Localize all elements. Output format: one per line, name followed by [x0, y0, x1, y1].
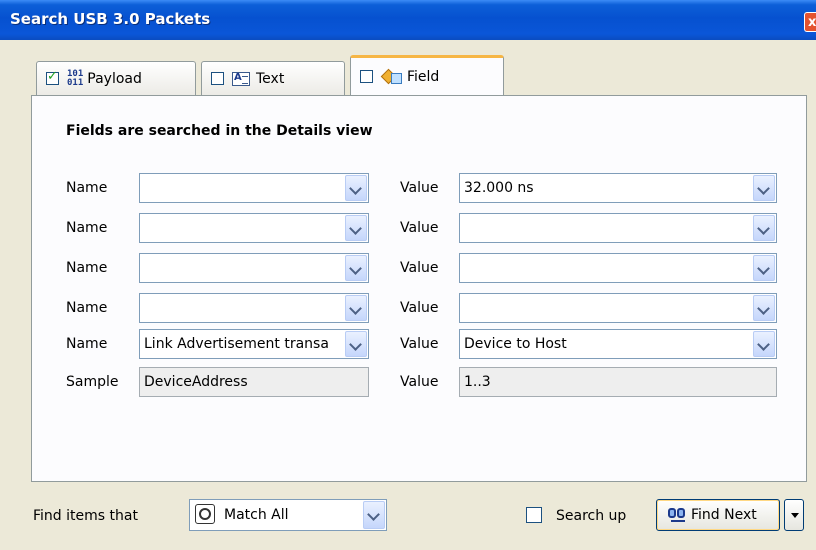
chevron-down-icon[interactable] [753, 295, 775, 321]
sample-field: DeviceAddress [139, 367, 369, 397]
chevron-down-icon[interactable] [753, 331, 775, 357]
tab-payload[interactable]: 101011 Payload [36, 61, 196, 95]
title-bar: Search USB 3.0 Packets x [0, 0, 816, 40]
sample-value: DeviceAddress [144, 374, 248, 390]
chevron-down-icon[interactable] [345, 175, 367, 201]
binary-101-011-icon: 101 011 [67, 68, 84, 88]
value-combo-value: 32.000 ns [464, 180, 534, 196]
find-next-button[interactable]: Find Next [656, 499, 780, 531]
name-label: Name [66, 220, 108, 236]
name-label: Name [66, 180, 108, 196]
value-label: Value [400, 220, 439, 236]
value-combo-3[interactable] [459, 253, 777, 283]
text-document-icon [232, 71, 250, 86]
name-label: Name [66, 336, 108, 352]
name-combo-3[interactable] [139, 253, 369, 283]
tab-text-label: Text [256, 70, 285, 87]
payload-checkbox[interactable] [46, 69, 59, 85]
text-checkbox[interactable] [211, 72, 224, 85]
match-mode-combo[interactable]: Match All [189, 499, 387, 531]
find-next-label: Find Next [691, 507, 757, 523]
value-label: Value [400, 260, 439, 276]
chevron-down-icon[interactable] [753, 215, 775, 241]
search-up-checkbox[interactable] [526, 507, 542, 523]
value-label: Value [400, 336, 439, 352]
match-all-icon [195, 504, 215, 524]
value-label: Value [400, 374, 439, 390]
search-up-label[interactable]: Search up [556, 508, 626, 524]
name-combo-5[interactable]: Link Advertisement transa [139, 329, 369, 359]
chevron-down-icon[interactable] [345, 295, 367, 321]
find-items-label: Find items that [33, 508, 138, 524]
name-label: Name [66, 260, 108, 276]
value-combo-value: Device to Host [464, 336, 567, 352]
tab-text[interactable]: Text [201, 61, 345, 95]
value-label: Value [400, 180, 439, 196]
panel-heading: Fields are searched in the Details view [66, 123, 373, 139]
tab-field[interactable]: Field [350, 55, 504, 95]
chevron-down-icon[interactable] [753, 255, 775, 281]
name-combo-2[interactable] [139, 213, 369, 243]
name-combo-4[interactable] [139, 293, 369, 323]
chevron-down-icon[interactable] [345, 331, 367, 357]
name-combo-value: Link Advertisement transa [144, 336, 329, 352]
field-icon [380, 68, 403, 85]
sample-range-field: 1..3 [459, 367, 777, 397]
window-title: Search USB 3.0 Packets [10, 10, 211, 28]
chevron-down-icon[interactable] [363, 501, 385, 529]
binoculars-icon [668, 506, 688, 524]
value-combo-2[interactable] [459, 213, 777, 243]
name-label: Name [66, 300, 108, 316]
value-combo-5[interactable]: Device to Host [459, 329, 777, 359]
close-button[interactable]: x [804, 12, 816, 32]
chevron-down-icon[interactable] [345, 215, 367, 241]
sample-range-value: 1..3 [464, 374, 491, 390]
tab-payload-label: Payload [87, 70, 142, 87]
find-options-dropdown-button[interactable] [784, 499, 804, 531]
chevron-down-icon[interactable] [345, 255, 367, 281]
name-combo-1[interactable] [139, 173, 369, 203]
value-label: Value [400, 300, 439, 316]
value-combo-4[interactable] [459, 293, 777, 323]
match-mode-value: Match All [224, 507, 289, 523]
value-combo-1[interactable]: 32.000 ns [459, 173, 777, 203]
field-search-panel [31, 95, 807, 482]
chevron-down-icon[interactable] [753, 175, 775, 201]
tab-field-label: Field [407, 68, 440, 85]
field-checkbox[interactable] [360, 70, 373, 83]
sample-label: Sample [66, 374, 119, 390]
